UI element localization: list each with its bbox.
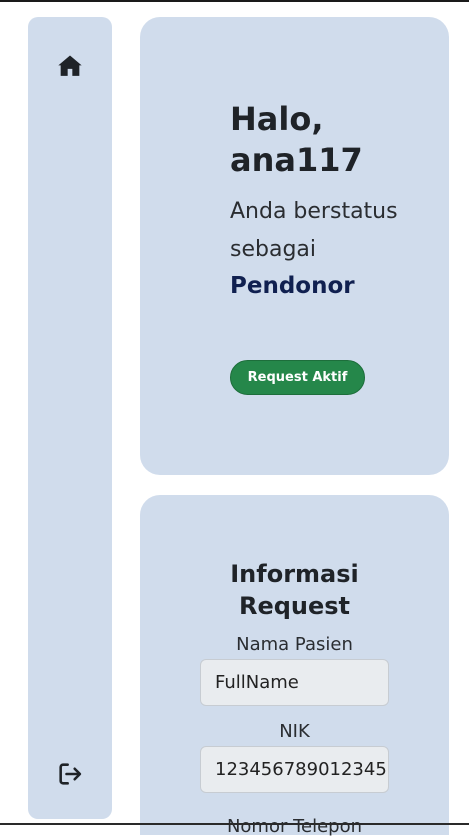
status-text: Anda berstatus sebagai Pendonor (230, 193, 430, 306)
greeting-block: Halo, ana117 Anda berstatus sebagai Pend… (230, 99, 430, 306)
greeting-title: Halo, ana117 (230, 100, 363, 179)
role-label: Pendonor (230, 273, 355, 299)
patient-name-field[interactable]: FullName (200, 659, 389, 706)
logout-icon[interactable] (56, 760, 84, 788)
request-info-card: Informasi Request Nama Pasien FullName N… (140, 495, 449, 837)
request-info-title: Informasi Request (230, 560, 359, 620)
greeting-card: Halo, ana117 Anda berstatus sebagai Pend… (140, 17, 449, 475)
phone-label: Nomor Telepon (226, 816, 363, 837)
request-active-button[interactable]: Request Aktif (230, 360, 365, 395)
home-icon[interactable] (56, 52, 84, 80)
home-icon-glyph (58, 55, 82, 76)
logout-icon-glyph (59, 763, 82, 785)
nik-label: NIK (279, 721, 310, 742)
status-prefix: Anda berstatus sebagai (230, 199, 398, 262)
nik-field[interactable]: 1234567890123456 (200, 746, 389, 793)
sidebar (28, 17, 112, 819)
patient-name-label: Nama Pasien (236, 634, 353, 655)
window-top-border (0, 0, 469, 2)
